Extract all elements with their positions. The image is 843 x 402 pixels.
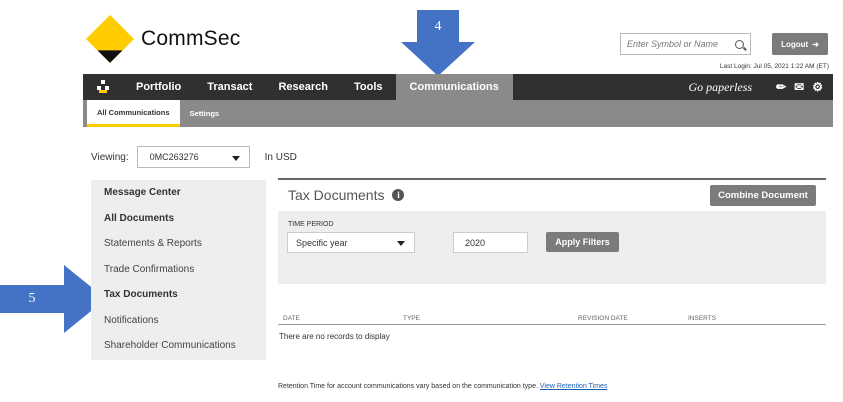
subnav-all-communications[interactable]: All Communications — [87, 100, 180, 127]
chart-trend-icon[interactable]: ✏ — [776, 80, 786, 94]
main-navbar: Portfolio Transact Research Tools Commun… — [83, 74, 833, 100]
callout-4: 4 — [417, 10, 459, 43]
account-select[interactable]: 0MC263276 — [136, 146, 250, 168]
page-title: Tax Documents i — [288, 187, 405, 203]
sidebar-item-label: Notifications — [104, 314, 159, 326]
callout-5-label: 5 — [28, 291, 36, 306]
chevron-down-icon — [231, 156, 240, 161]
sidebar-item-tax-documents[interactable]: Tax Documents — [91, 282, 266, 308]
commsec-logo[interactable]: CommSec — [85, 14, 241, 64]
nav-portfolio-label: Portfolio — [136, 81, 182, 93]
logout-icon: ➜ — [812, 39, 819, 49]
callout-5: 5 — [0, 285, 64, 313]
nav-tools[interactable]: Tools — [341, 74, 396, 100]
year-input[interactable]: 2020 — [453, 232, 528, 253]
page-title-text: Tax Documents — [288, 187, 385, 203]
home-hierarchy-icon[interactable] — [83, 80, 123, 94]
viewing-label: Viewing: — [91, 151, 129, 163]
symbol-search-input[interactable] — [627, 39, 727, 49]
sidebar-item-label: Trade Confirmations — [104, 263, 195, 275]
nav-communications-label: Communications — [409, 81, 499, 93]
brand-name: CommSec — [141, 27, 241, 50]
apply-filters-button[interactable]: Apply Filters — [546, 232, 619, 252]
column-revision-date[interactable]: REVISION DATE — [578, 315, 628, 322]
nav-research-label: Research — [278, 81, 329, 93]
view-retention-times-link[interactable]: View Retention Times — [540, 383, 608, 390]
subnav-settings-label: Settings — [189, 109, 220, 118]
logout-button[interactable]: Logout ➜ — [772, 33, 828, 55]
sidebar-item-notifications[interactable]: Notifications — [91, 308, 266, 334]
nav-communications[interactable]: Communications — [395, 74, 513, 100]
sidebar-item-shareholder-communications[interactable]: Shareholder Communications — [91, 333, 266, 359]
sidebar-item-label: Tax Documents — [104, 289, 178, 301]
nav-research[interactable]: Research — [265, 74, 341, 100]
retention-note: Retention Time for account communication… — [278, 383, 607, 390]
sidebar-item-label: Message Center — [104, 187, 181, 199]
currency-label: In USD — [264, 151, 297, 163]
mail-icon[interactable]: ✉ — [794, 80, 804, 94]
combine-document-button[interactable]: Combine Document — [710, 185, 816, 206]
sidebar-item-message-center[interactable]: Message Center — [91, 180, 266, 206]
column-date[interactable]: DATE — [283, 315, 300, 322]
sidebar-item-trade-confirmations[interactable]: Trade Confirmations — [91, 257, 266, 283]
viewing-row: Viewing: 0MC263276 In USD — [91, 146, 297, 168]
empty-table-message: There are no records to display — [279, 332, 390, 341]
combine-document-label: Combine Document — [718, 190, 808, 201]
subnav-all-communications-label: All Communications — [97, 107, 170, 117]
subnav-settings[interactable]: Settings — [180, 100, 230, 127]
commsec-logo-icon — [85, 14, 135, 64]
nav-transact-label: Transact — [207, 81, 253, 93]
sub-navbar: All Communications Settings — [83, 100, 833, 127]
search-icon[interactable] — [735, 39, 744, 49]
time-period-label: TIME PERIOD — [288, 221, 334, 228]
communications-sidebar: Message Center All Documents Statements … — [91, 180, 266, 360]
documents-table-header: DATE TYPE REVISION DATE INSERTS — [278, 315, 826, 325]
nav-right-group: Go paperless ✏ ✉ ⚙ — [688, 80, 833, 95]
content-divider — [278, 178, 826, 180]
nav-portfolio[interactable]: Portfolio — [123, 74, 194, 100]
apply-filters-label: Apply Filters — [555, 237, 610, 247]
account-value: 0MC263276 — [149, 152, 199, 162]
gear-icon[interactable]: ⚙ — [812, 80, 823, 94]
filter-panel: TIME PERIOD Specific year 2020 Apply Fil… — [278, 211, 826, 284]
info-icon[interactable]: i — [392, 189, 405, 201]
last-login-text: Last Login: Jul 05, 2021 1:22 AM (ET) — [719, 63, 829, 70]
time-period-value: Specific year — [296, 237, 348, 248]
logout-label: Logout — [781, 39, 809, 49]
callout-4-label: 4 — [434, 18, 442, 34]
nav-transact[interactable]: Transact — [194, 74, 265, 100]
sidebar-item-label: Shareholder Communications — [104, 340, 236, 352]
time-period-select[interactable]: Specific year — [287, 232, 415, 253]
sidebar-item-label: Statements & Reports — [104, 238, 202, 250]
nav-tools-label: Tools — [354, 81, 383, 93]
year-value: 2020 — [465, 237, 486, 248]
sidebar-item-all-documents[interactable]: All Documents — [91, 206, 266, 232]
symbol-search[interactable] — [620, 33, 751, 55]
column-type[interactable]: TYPE — [403, 315, 420, 322]
sidebar-item-statements-reports[interactable]: Statements & Reports — [91, 231, 266, 257]
callout-arrow-down-icon — [401, 42, 475, 76]
chevron-down-icon — [397, 241, 405, 246]
go-paperless-link[interactable]: Go paperless — [688, 80, 752, 95]
sidebar-item-label: All Documents — [104, 212, 175, 224]
column-inserts[interactable]: INSERTS — [688, 315, 716, 322]
retention-text: Retention Time for account communication… — [278, 383, 538, 390]
